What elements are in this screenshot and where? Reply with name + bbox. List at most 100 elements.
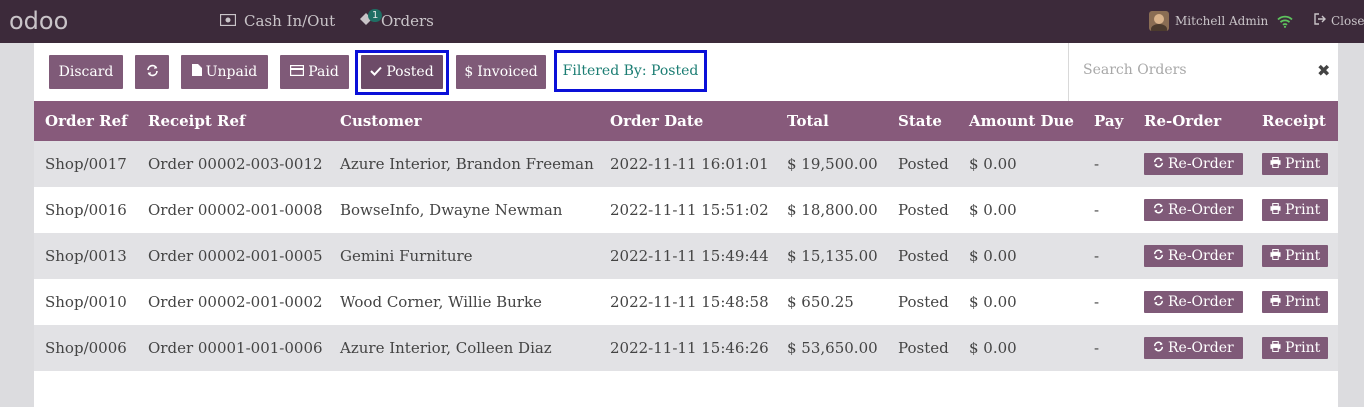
orders-label: Orders xyxy=(381,12,434,30)
cell-customer: Gemini Furniture xyxy=(340,247,473,265)
cell-state: Posted xyxy=(898,155,949,173)
table-row: Shop/0013 Order 00002-001-0005 Gemini Furn… xyxy=(34,233,1338,279)
column-header: Re-Order xyxy=(1144,112,1222,130)
cell-customer: Wood Corner, Willie Burke xyxy=(340,293,542,311)
reorder-button[interactable]: Re-Order xyxy=(1144,337,1243,359)
cell-order-ref: Shop/0017 xyxy=(45,155,127,173)
unpaid-label: Unpaid xyxy=(205,64,258,80)
cell-date: 2022-11-11 15:48:58 xyxy=(610,293,769,311)
reorder-button[interactable]: Re-Order xyxy=(1144,291,1243,313)
print-receipt-button[interactable]: Print xyxy=(1262,291,1329,313)
column-header: Amount Due xyxy=(969,112,1074,130)
cell-receipt: Print xyxy=(1251,325,1338,371)
cash-in-out-label: Cash In/Out xyxy=(244,12,336,30)
print-receipt-button[interactable]: Print xyxy=(1262,199,1329,221)
column-header: Receipt Ref xyxy=(148,112,246,130)
print-label: Print xyxy=(1285,156,1321,172)
close-app-button[interactable]: Close xyxy=(1314,13,1364,28)
print-receipt-button[interactable]: Print xyxy=(1262,337,1329,359)
paid-filter-button[interactable]: Paid xyxy=(280,55,349,89)
cell-date: 2022-11-11 15:46:26 xyxy=(610,339,769,357)
avatar xyxy=(1149,11,1169,31)
print-label: Print xyxy=(1285,340,1321,356)
cell-order-ref: Shop/0006 xyxy=(45,339,127,357)
print-receipt-button[interactable]: Print xyxy=(1262,153,1329,175)
cell-amount-due: $ 0.00 xyxy=(969,247,1017,265)
print-icon xyxy=(1270,202,1281,218)
sign-out-icon xyxy=(1314,13,1327,28)
refresh-icon xyxy=(1153,248,1164,264)
print-icon xyxy=(1270,340,1281,356)
cell-receipt: Print xyxy=(1251,187,1338,233)
cell-total: $ 18,800.00 xyxy=(787,201,878,219)
credit-card-icon xyxy=(290,64,305,80)
filter-status-box: Filtered By: Posted xyxy=(554,50,707,92)
cell-date: 2022-11-11 16:01:01 xyxy=(610,155,769,173)
user-name: Mitchell Admin xyxy=(1175,14,1269,28)
cell-amount-due: $ 0.00 xyxy=(969,339,1017,357)
cell-receipt: Print xyxy=(1251,233,1338,279)
reorder-label: Re-Order xyxy=(1168,156,1234,172)
close-label: Close xyxy=(1331,13,1364,28)
clear-search-icon[interactable]: ✖ xyxy=(1317,61,1330,80)
cell-receipt-ref: Order 00002-001-0002 xyxy=(148,293,323,311)
check-icon xyxy=(370,64,383,80)
search-panel: ✖ xyxy=(1068,43,1338,101)
print-receipt-button[interactable]: Print xyxy=(1262,245,1329,267)
paid-label: Paid xyxy=(308,64,339,80)
refresh-icon xyxy=(1153,340,1164,356)
discard-button[interactable]: Discard xyxy=(49,55,123,89)
wifi-icon xyxy=(1277,13,1293,32)
print-icon xyxy=(1270,248,1281,264)
cell-receipt: Print xyxy=(1251,279,1338,325)
dollar-icon: $ xyxy=(464,64,474,80)
cell-reorder: Re-Order xyxy=(1133,187,1251,233)
column-header: Customer xyxy=(340,112,422,130)
refresh-icon xyxy=(1153,294,1164,310)
refresh-button[interactable] xyxy=(135,55,169,89)
posted-filter-button[interactable]: Posted xyxy=(361,55,443,89)
cell-order-ref: Shop/0016 xyxy=(45,201,127,219)
invoiced-label: Invoiced xyxy=(477,64,538,80)
invoiced-filter-button[interactable]: $ Invoiced xyxy=(456,55,546,89)
table-row: Shop/0017 Order 00002-003-0012 Azure Inter… xyxy=(34,141,1338,187)
cash-in-out-menu[interactable]: Cash In/Out xyxy=(219,12,336,30)
cell-amount-due: $ 0.00 xyxy=(969,201,1017,219)
posted-label: Posted xyxy=(386,64,434,80)
discard-label: Discard xyxy=(58,64,114,80)
cell-total: $ 19,500.00 xyxy=(787,155,878,173)
cell-state: Posted xyxy=(898,201,949,219)
cell-reorder: Re-Order xyxy=(1133,233,1251,279)
cell-pay: - xyxy=(1094,293,1100,311)
reorder-label: Re-Order xyxy=(1168,202,1234,218)
user-menu[interactable]: Mitchell Admin xyxy=(1149,11,1268,31)
cell-date: 2022-11-11 15:49:44 xyxy=(610,247,769,265)
table-header-row: Order Ref Receipt Ref Customer Order Date To… xyxy=(34,101,1338,141)
reorder-button[interactable]: Re-Order xyxy=(1144,153,1243,175)
column-header: Receipt xyxy=(1262,112,1326,130)
cell-order-ref: Shop/0013 xyxy=(45,247,127,265)
refresh-icon xyxy=(1153,202,1164,218)
reorder-button[interactable]: Re-Order xyxy=(1144,245,1243,267)
column-header: Pay xyxy=(1094,112,1124,130)
print-icon xyxy=(1270,156,1281,172)
search-orders-input[interactable] xyxy=(1083,62,1283,78)
print-icon xyxy=(1270,294,1281,310)
cell-pay: - xyxy=(1094,247,1100,265)
cell-receipt-ref: Order 00002-001-0008 xyxy=(148,201,323,219)
column-header: Order Date xyxy=(610,112,704,130)
reorder-label: Re-Order xyxy=(1168,248,1234,264)
reorder-button[interactable]: Re-Order xyxy=(1144,199,1243,221)
table-body: Shop/0017 Order 00002-003-0012 Azure Inter… xyxy=(34,141,1338,371)
cell-pay: - xyxy=(1094,201,1100,219)
cell-total: $ 15,135.00 xyxy=(787,247,878,265)
column-header: Order Ref xyxy=(45,112,128,130)
print-label: Print xyxy=(1285,248,1321,264)
cell-date: 2022-11-11 15:51:02 xyxy=(610,201,769,219)
print-label: Print xyxy=(1285,202,1321,218)
unpaid-filter-button[interactable]: Unpaid xyxy=(181,55,268,89)
filter-status-text: Filtered By: Posted xyxy=(562,63,699,79)
refresh-icon xyxy=(1153,156,1164,172)
table-row: Shop/0016 Order 00002-001-0008 BowseInfo, … xyxy=(34,187,1338,233)
cell-pay: - xyxy=(1094,339,1100,357)
